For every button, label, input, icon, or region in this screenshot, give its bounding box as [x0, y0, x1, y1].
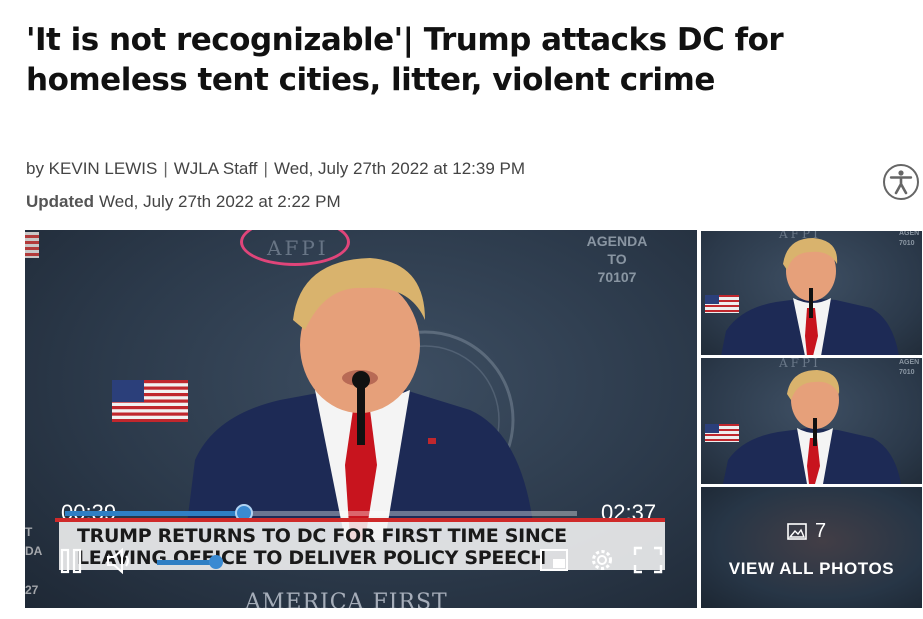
gallery-thumbnail[interactable]: AFPI AGEN 7010	[701, 231, 922, 355]
article-headline: 'It is not recognizable'| Trump attacks …	[26, 22, 784, 98]
agenda-line: 7010	[899, 240, 915, 247]
left-edge-text: DA	[25, 544, 43, 558]
lower-third-line: LEAVING OFFICE TO DELIVER POLICY SPEECH	[77, 547, 546, 569]
updated-label: Updated	[26, 192, 94, 211]
speaker-figure	[185, 258, 535, 540]
fullscreen-icon[interactable]	[633, 546, 663, 574]
byline-separator: |	[263, 159, 268, 178]
published-date: Wed, July 27th 2022 at 12:39 PM	[273, 159, 526, 178]
volume-icon[interactable]	[105, 547, 135, 575]
view-all-photos-tile[interactable]: 7 VIEW ALL PHOTOS	[701, 487, 922, 608]
photo-count-number: 7	[815, 520, 827, 542]
pip-icon[interactable]	[539, 548, 569, 572]
american-flag	[112, 380, 188, 422]
left-edge-text: T	[25, 525, 33, 539]
backdrop-agenda-text: AGEN 7010	[899, 231, 919, 249]
speaker-figure	[721, 238, 899, 355]
lower-third: TRUMP RETURNS TO DC FOR FIRST TIME SINCE…	[59, 522, 665, 570]
photo-count: 7	[787, 520, 826, 543]
agenda-line: AGEN	[899, 231, 920, 237]
author[interactable]: by KEVIN LEWIS	[26, 159, 157, 178]
image-icon	[787, 523, 807, 540]
lower-third-line: TRUMP RETURNS TO DC FOR FIRST TIME SINCE	[77, 525, 567, 547]
lower-third-text: TRUMP RETURNS TO DC FOR FIRST TIME SINCE…	[77, 525, 567, 569]
left-edge-text: 27	[25, 583, 39, 597]
volume-level	[157, 560, 216, 565]
agenda-line: 70107	[597, 269, 637, 285]
agenda-line: AGENDA	[586, 233, 648, 249]
settings-gear-icon[interactable]	[589, 547, 615, 573]
byline-separator: |	[163, 159, 168, 178]
backdrop-bottom-text: AMERICA FIRST	[245, 590, 448, 608]
organization: WJLA Staff	[173, 159, 258, 178]
seek-bar-progress	[65, 511, 245, 516]
agenda-line: TO	[607, 251, 627, 267]
agenda-line: AGEN	[899, 359, 920, 366]
thumbnail-overlay	[701, 487, 922, 608]
updated-date: Wed, July 27th 2022 at 2:22 PM	[99, 192, 341, 211]
backdrop-agenda-text: AGENDA TO 70107	[553, 232, 681, 286]
video-player[interactable]: AFPI AGENDA TO 70107 00:39 02:37	[25, 230, 697, 608]
accessibility-button[interactable]	[883, 164, 919, 200]
flag-edge	[25, 232, 39, 258]
byline: by KEVIN LEWIS | WJLA Staff | Wed, July 27th…	[26, 159, 525, 179]
volume-handle[interactable]	[208, 555, 223, 569]
speaker-figure	[723, 370, 901, 484]
updated-line: Updated Wed, July 27th 2022 at 2:22 PM	[26, 192, 341, 212]
accessibility-person-icon	[889, 170, 913, 195]
seek-bar[interactable]	[65, 504, 577, 522]
gallery-thumbnail[interactable]: AFPI AGEN 7010	[701, 358, 922, 484]
view-all-photos-link[interactable]: VIEW ALL PHOTOS	[701, 559, 922, 579]
pause-icon[interactable]	[60, 548, 82, 574]
